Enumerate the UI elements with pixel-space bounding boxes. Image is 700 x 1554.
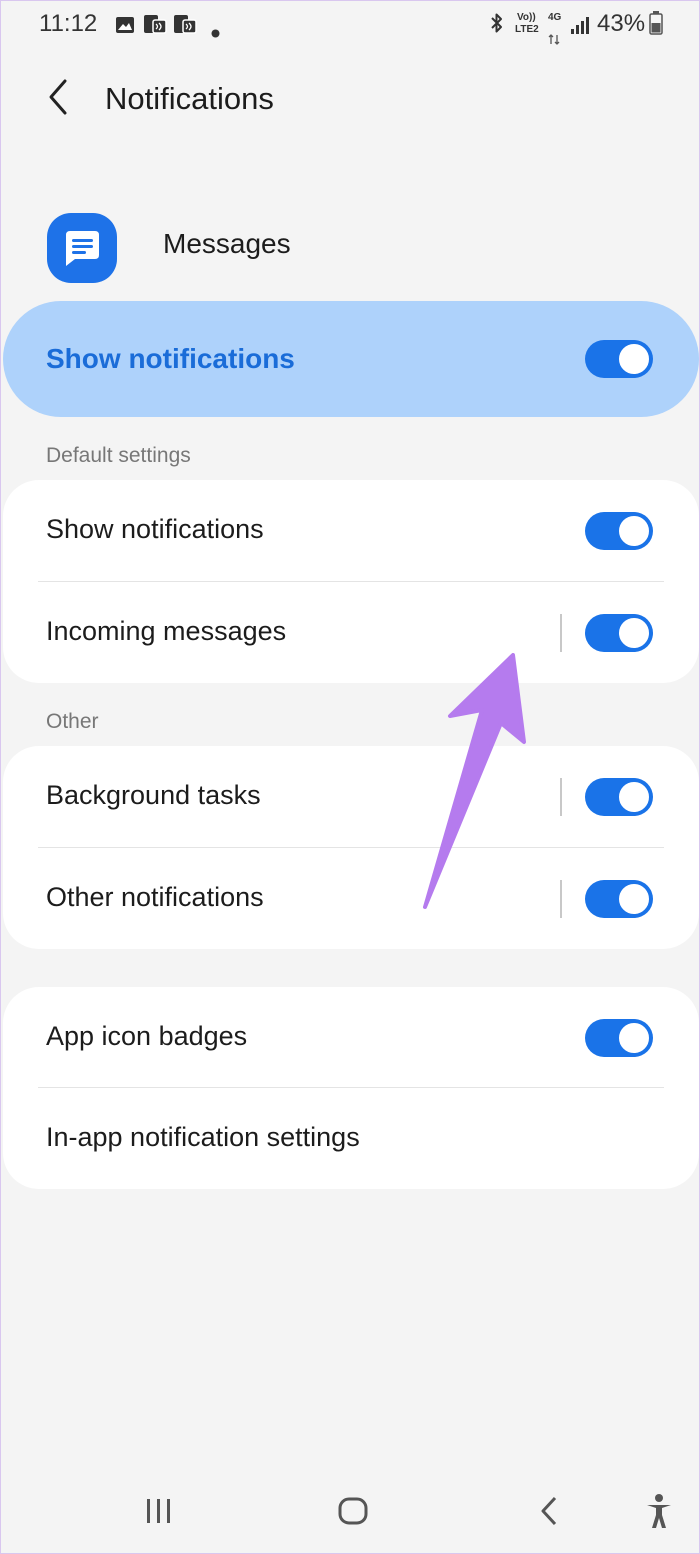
bluetooth-icon xyxy=(488,12,506,41)
app-row: Messages xyxy=(1,206,700,286)
status-time: 11:12 xyxy=(39,10,98,37)
signal-icon xyxy=(570,14,590,42)
gallery-icon xyxy=(115,13,135,41)
row-label: Other notifications xyxy=(46,882,264,912)
toggle-knob xyxy=(617,342,651,376)
toggle-knob xyxy=(617,514,651,548)
section-header-other: Other xyxy=(46,710,99,733)
row-show-notifications[interactable]: Show notifications xyxy=(3,480,699,581)
battery-percent: 43% xyxy=(597,10,646,37)
dot-icon xyxy=(211,17,220,45)
navigation-bar xyxy=(1,1471,700,1554)
row-in-app-notification-settings[interactable]: In-app notification settings xyxy=(3,1088,699,1189)
master-show-notifications-label: Show notifications xyxy=(46,343,295,374)
row-label: App icon badges xyxy=(46,1021,248,1051)
network-label: 4G xyxy=(548,12,562,23)
row-app-icon-badges[interactable]: App icon badges xyxy=(3,987,699,1088)
default-settings-card: Show notifications Incoming messages xyxy=(3,480,699,683)
show-notifications-toggle[interactable] xyxy=(585,512,653,550)
row-other-notifications[interactable]: Other notifications xyxy=(3,848,699,949)
nfc-icon xyxy=(173,13,197,41)
other-notifications-toggle[interactable] xyxy=(585,880,653,918)
accessibility-icon xyxy=(641,1494,677,1535)
home-icon xyxy=(335,1497,371,1535)
data-activity-icon xyxy=(548,24,560,52)
chevron-left-icon xyxy=(39,79,79,125)
battery-icon xyxy=(649,11,663,42)
toggle-knob xyxy=(617,780,651,814)
vertical-separator xyxy=(560,880,562,918)
vertical-separator xyxy=(560,614,562,652)
home-button[interactable] xyxy=(335,1491,371,1536)
row-label: Show notifications xyxy=(46,514,264,544)
vertical-separator xyxy=(560,778,562,816)
nfc-icon xyxy=(143,13,167,41)
section-header-default-settings: Default settings xyxy=(46,444,191,467)
header: Notifications xyxy=(1,61,700,141)
accessibility-button[interactable] xyxy=(641,1491,677,1536)
nav-back-button[interactable] xyxy=(535,1491,565,1536)
row-incoming-messages[interactable]: Incoming messages xyxy=(3,582,699,683)
status-bar: 11:12 Vo)) LTE2 4G 43% xyxy=(1,1,700,47)
recents-button[interactable] xyxy=(143,1491,175,1536)
other-card: Background tasks Other notifications xyxy=(3,746,699,949)
toggle-knob xyxy=(617,616,651,650)
lte-label: LTE2 xyxy=(515,24,539,35)
row-background-tasks[interactable]: Background tasks xyxy=(3,746,699,847)
background-tasks-toggle[interactable] xyxy=(585,778,653,816)
row-label: Incoming messages xyxy=(46,616,287,646)
messages-icon xyxy=(47,213,117,283)
master-show-notifications-toggle[interactable] xyxy=(585,340,653,378)
incoming-messages-toggle[interactable] xyxy=(585,614,653,652)
page-title: Notifications xyxy=(105,81,274,116)
toggle-knob xyxy=(617,1021,651,1055)
badges-card: App icon badges In-app notification sett… xyxy=(3,987,699,1189)
row-label: In-app notification settings xyxy=(46,1122,360,1152)
back-button[interactable] xyxy=(39,77,79,121)
row-label: Background tasks xyxy=(46,780,261,810)
back-icon xyxy=(535,1496,565,1535)
recents-icon xyxy=(143,1499,175,1535)
app-name: Messages xyxy=(163,228,291,259)
master-show-notifications[interactable]: Show notifications xyxy=(3,301,699,417)
volte-label: Vo)) xyxy=(517,12,536,23)
toggle-knob xyxy=(617,882,651,916)
app-icon-badges-toggle[interactable] xyxy=(585,1019,653,1057)
